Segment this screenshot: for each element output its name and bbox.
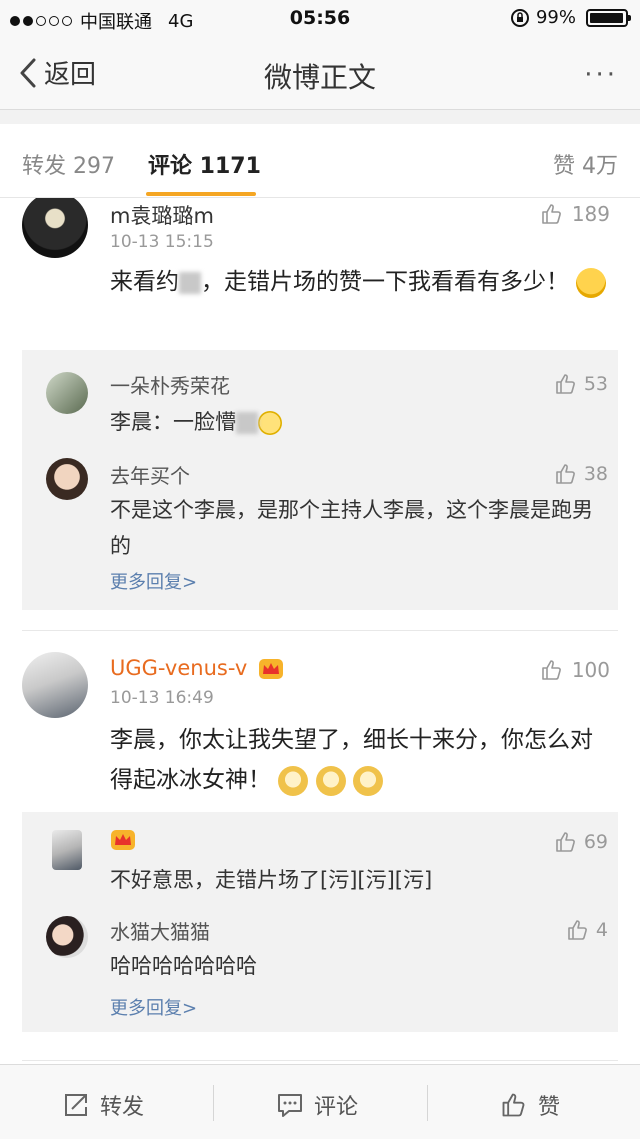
doge-emoji-icon <box>315 765 346 796</box>
like-button[interactable]: 69 <box>554 830 608 854</box>
vip-crown-icon <box>111 829 135 850</box>
tab-bar: 转发 297 评论 1171 赞 4万 <box>0 124 640 198</box>
like-count: 189 <box>571 202 610 226</box>
comment-time: 10-13 16:49 <box>110 688 214 708</box>
thumbs-up-icon <box>568 920 587 940</box>
tab-repost[interactable]: 转发 297 <box>22 148 115 180</box>
thumbs-up-icon <box>556 374 575 394</box>
thumbs-up-icon <box>502 1093 525 1117</box>
separator <box>213 1085 214 1121</box>
like-button[interactable]: 100 <box>540 658 610 682</box>
rotation-lock-icon <box>510 8 529 27</box>
reply-author[interactable] <box>110 826 136 851</box>
like-button[interactable]: 53 <box>554 372 608 396</box>
like-count: 38 <box>583 463 608 485</box>
repost-label: 转发 <box>100 1095 145 1120</box>
reply-text: 不是这个李晨，是那个主持人李晨，这个李晨是跑男的 <box>110 498 593 558</box>
more-replies-link[interactable]: 更多回复> <box>110 994 197 1020</box>
separator <box>427 1085 428 1121</box>
emoji-icon <box>258 411 282 435</box>
reply-author[interactable]: 去年买个 <box>110 460 190 489</box>
comment-item: UGG-venus-v 10-13 16:49 100 李晨，你太让我失望了，细… <box>0 650 640 1060</box>
tab-comments[interactable]: 评论 1171 <box>148 148 261 180</box>
tab-likes[interactable]: 赞 4万 <box>553 148 618 180</box>
divider <box>22 630 618 631</box>
like-count: 4 <box>595 919 608 941</box>
like-post-button[interactable]: 赞 <box>500 1089 560 1121</box>
like-label: 赞 <box>538 1095 561 1120</box>
more-replies-link[interactable]: 更多回复> <box>110 568 197 594</box>
thumbs-up-icon <box>542 204 561 224</box>
repost-icon <box>65 1094 87 1116</box>
reply-text-part: 李晨：一脸懵 <box>110 410 236 434</box>
commenter-name[interactable]: UGG-venus-v <box>110 656 284 680</box>
comment-button[interactable]: 评论 <box>276 1089 358 1121</box>
reply-text: 李晨：一脸懵 <box>110 404 600 440</box>
comment-text: 李晨，你太让我失望了，细长十来分，你怎么对得起冰冰女神！ <box>110 720 610 800</box>
doge-emoji-icon <box>352 765 383 796</box>
comment-item: m袁璐璐m 10-13 15:15 189 来看约 ，走错片场的赞一下我看看有多少… <box>0 198 640 628</box>
avatar[interactable] <box>46 916 88 958</box>
vip-crown-icon <box>258 659 283 679</box>
like-count: 69 <box>583 831 608 853</box>
navigation-bar: 返回 微博正文 ··· <box>0 36 640 110</box>
back-button[interactable]: 返回 <box>18 54 96 91</box>
repost-button[interactable]: 转发 <box>62 1089 144 1121</box>
like-count: 53 <box>583 373 608 395</box>
reply-author[interactable]: 水猫大猫猫 <box>110 916 210 945</box>
battery-icon <box>586 8 631 27</box>
reply-box: 69 不好意思，走错片场了[污][污][污] 水猫大猫猫 4 哈哈哈哈哈哈哈 更… <box>22 812 618 1032</box>
reply-author[interactable]: 一朵朴秀荣花 <box>110 370 230 399</box>
crying-emoji-icon <box>576 267 607 298</box>
back-label: 返回 <box>44 60 97 90</box>
reply-text: 不好意思，走错片场了[污][污][污] <box>110 868 433 892</box>
comment-text-part: 李晨，你太让我失望了，细长十来分，你怎么对得起冰冰女神！ <box>110 727 593 793</box>
avatar[interactable] <box>46 372 88 414</box>
commenter-name-text: UGG-venus-v <box>110 656 248 680</box>
like-button[interactable]: 38 <box>554 462 608 486</box>
comment-text-part: ，走错片场的赞一下我看看有多少！ <box>201 269 569 295</box>
active-tab-indicator <box>146 192 256 196</box>
battery-percent: 99% <box>535 7 576 28</box>
comment-text-part: 来看约 <box>110 269 179 295</box>
thumbs-up-icon <box>556 832 575 852</box>
status-right: 99% <box>510 7 631 28</box>
comment-label: 评论 <box>314 1095 359 1120</box>
comment-text: 来看约 ，走错片场的赞一下我看看有多少！ <box>110 262 610 302</box>
blurred-word <box>179 271 201 294</box>
divider <box>22 1060 618 1061</box>
avatar[interactable] <box>22 652 88 718</box>
chevron-left-icon <box>20 58 36 87</box>
reply-box: 一朵朴秀荣花 53 李晨：一脸懵 去年买个 38 不是这个李晨，是那个主持人李晨… <box>22 350 618 610</box>
avatar[interactable] <box>22 198 88 258</box>
blurred-word <box>236 412 258 434</box>
comment-list[interactable]: m袁璐璐m 10-13 15:15 189 来看约 ，走错片场的赞一下我看看有多少… <box>0 198 640 1064</box>
status-bar: 中国联通 4G 05:56 99% <box>0 0 640 36</box>
commenter-name[interactable]: m袁璐璐m <box>110 200 214 230</box>
bottom-action-bar: 转发 评论 赞 <box>0 1064 640 1139</box>
like-button[interactable]: 4 <box>566 918 608 942</box>
reply-text: 哈哈哈哈哈哈哈 <box>110 954 257 978</box>
avatar[interactable] <box>52 830 82 870</box>
avatar[interactable] <box>46 458 88 500</box>
doge-emoji-icon <box>278 765 309 796</box>
comment-icon <box>278 1094 302 1117</box>
more-options-icon[interactable]: ··· <box>584 60 618 90</box>
thumbs-up-icon <box>542 660 561 680</box>
like-count: 100 <box>571 658 610 682</box>
like-button[interactable]: 189 <box>540 202 610 226</box>
comment-time: 10-13 15:15 <box>110 232 214 252</box>
thumbs-up-icon <box>556 464 575 484</box>
